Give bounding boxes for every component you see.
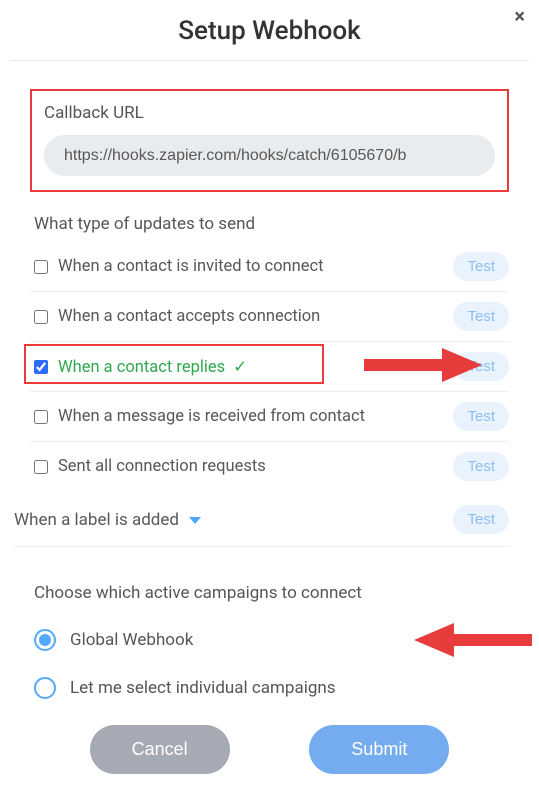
callback-url-input-wrap [44, 135, 495, 176]
checkbox-received[interactable] [34, 410, 48, 424]
modal-title: Setup Webhook [10, 10, 529, 60]
updates-section-label: What type of updates to send [34, 214, 509, 234]
checkbox-invited[interactable] [34, 260, 48, 274]
callback-url-label: Callback URL [44, 103, 495, 123]
checkbox-label-accepts: When a contact accepts connection [54, 307, 451, 326]
update-row-received: When a message is received from contact … [30, 392, 509, 442]
submit-button[interactable]: Submit [309, 725, 449, 774]
checkbox-label-replies: When a contact replies ✓ [54, 357, 451, 377]
update-row-invited: When a contact is invited to connect Tes… [30, 242, 509, 292]
arrow-to-global-icon [414, 623, 534, 657]
test-button-invited[interactable]: Test [453, 252, 509, 281]
label-added-text: When a label is added [14, 510, 179, 530]
cancel-button[interactable]: Cancel [90, 725, 230, 774]
checkbox-label-received: When a message is received from contact [54, 407, 451, 426]
radio-row-individual: Let me select individual campaigns [34, 677, 509, 699]
update-row-sentall: Sent all connection requests Test [30, 442, 509, 491]
campaigns-section: Choose which active campaigns to connect… [30, 547, 509, 699]
chevron-down-icon [189, 517, 201, 524]
close-icon[interactable]: × [514, 4, 525, 28]
radio-label-global: Global Webhook [70, 630, 193, 650]
radio-individual[interactable] [34, 677, 56, 699]
test-button-received[interactable]: Test [453, 402, 509, 431]
checkmark-icon: ✓ [229, 358, 247, 377]
test-button-sentall[interactable]: Test [453, 452, 509, 481]
checkbox-label-sentall: Sent all connection requests [54, 457, 451, 476]
checkbox-label-invited: When a contact is invited to connect [54, 257, 451, 276]
callback-url-highlight: Callback URL [30, 89, 509, 192]
label-added-dropdown[interactable]: When a label is added [14, 510, 451, 530]
test-button-label-added[interactable]: Test [453, 505, 509, 534]
radio-global[interactable] [34, 629, 56, 651]
checkbox-sentall[interactable] [34, 460, 48, 474]
action-buttons: Cancel Submit [30, 725, 509, 774]
campaigns-section-label: Choose which active campaigns to connect [34, 583, 509, 603]
setup-webhook-modal: × Setup Webhook Callback URL What type o… [0, 0, 539, 794]
test-button-replies[interactable]: Test [453, 352, 509, 381]
checkbox-replies[interactable] [34, 360, 48, 374]
radio-label-individual: Let me select individual campaigns [70, 678, 336, 698]
checkbox-accepts[interactable] [34, 310, 48, 324]
update-row-accepts: When a contact accepts connection Test [30, 292, 509, 342]
callback-url-input[interactable] [62, 146, 477, 166]
radio-row-global: Global Webhook [34, 629, 509, 651]
test-button-accepts[interactable]: Test [453, 302, 509, 331]
radio-selected-icon [39, 634, 51, 646]
updates-list: When a contact is invited to connect Tes… [30, 242, 509, 491]
label-added-row: When a label is added Test [14, 491, 509, 547]
update-row-replies: When a contact replies ✓ Test [30, 342, 509, 392]
